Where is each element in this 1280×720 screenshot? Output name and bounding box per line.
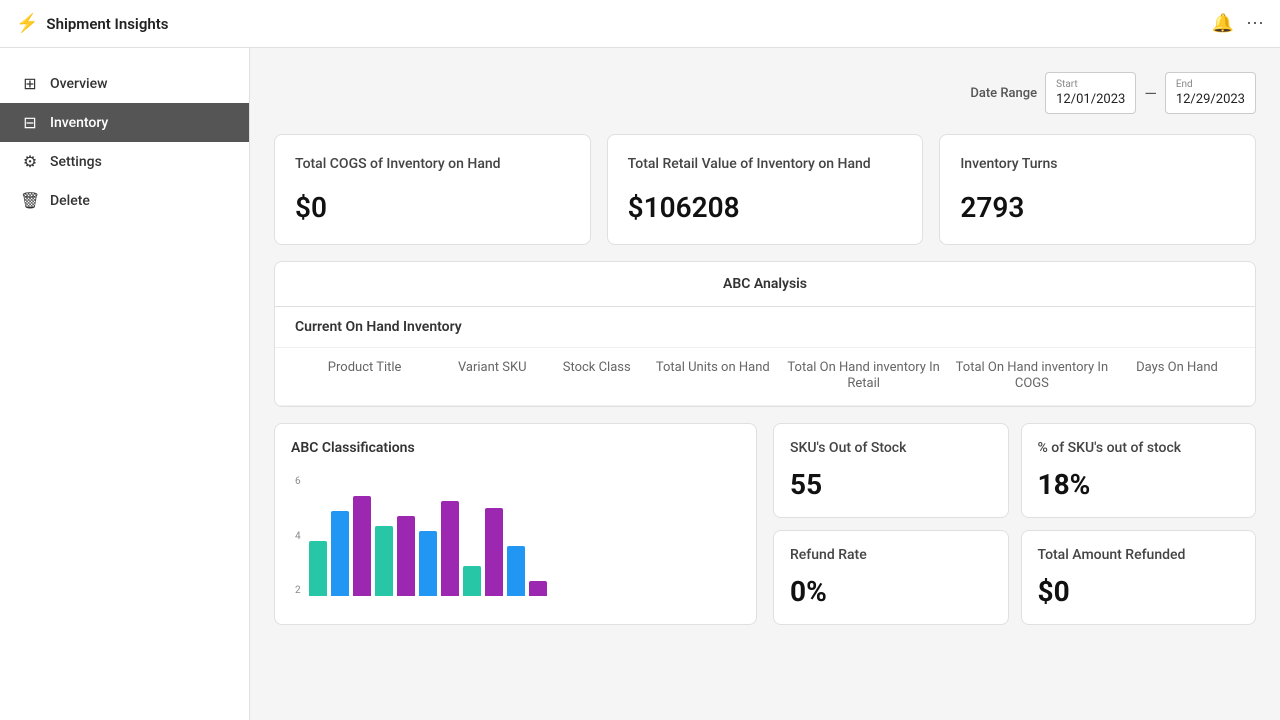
refund-rate-value: 0% <box>790 575 992 608</box>
total-refunded-card: Total Amount Refunded $0 <box>1021 530 1257 625</box>
inventory-icon: ⊟ <box>20 113 40 132</box>
bar-3 <box>375 526 393 596</box>
sidebar: ⊞ Overview ⊟ Inventory ⚙ Settings 🗑 Dele… <box>0 48 250 720</box>
abc-classifications-section: ABC Classifications 6 4 2 <box>274 423 757 625</box>
bar-7 <box>463 566 481 596</box>
end-label: End <box>1176 79 1245 90</box>
start-date-input[interactable]: Start 12/01/2023 <box>1045 72 1136 114</box>
retail-value-card: Total Retail Value of Inventory on Hand … <box>607 134 924 245</box>
app-title: Shipment Insights <box>46 15 168 33</box>
bar-8 <box>485 508 503 596</box>
sidebar-item-label-settings: Settings <box>50 154 102 170</box>
retail-value-value: $106208 <box>628 191 903 224</box>
topbar: ⚡ Shipment Insights 🔔 ⋯ <box>0 0 1280 48</box>
table-header: Product Title Variant SKU Stock Class To… <box>275 348 1255 407</box>
sidebar-item-overview[interactable]: ⊞ Overview <box>0 64 249 103</box>
y-label-4: 4 <box>295 531 301 542</box>
sidebar-item-label-inventory: Inventory <box>50 115 108 131</box>
abc-sub-title: Current On Hand Inventory <box>275 307 1255 348</box>
overview-icon: ⊞ <box>20 74 40 93</box>
bottom-right-metrics: SKU's Out of Stock 55 % of SKU's out of … <box>773 423 1256 625</box>
y-label-6: 6 <box>295 476 301 487</box>
bar-10 <box>529 581 547 596</box>
bar-5 <box>419 531 437 596</box>
inventory-turns-card: Inventory Turns 2793 <box>939 134 1256 245</box>
cogs-title: Total COGS of Inventory on Hand <box>295 155 570 175</box>
sidebar-item-settings[interactable]: ⚙ Settings <box>0 142 249 181</box>
col-stock-class: Stock Class <box>550 360 643 394</box>
retail-value-title: Total Retail Value of Inventory on Hand <box>628 155 903 175</box>
bar-9 <box>507 546 525 596</box>
inventory-turns-value: 2793 <box>960 191 1235 224</box>
abc-analysis-section: ABC Analysis Current On Hand Inventory P… <box>274 261 1256 408</box>
abc-class-card: ABC Classifications 6 4 2 <box>274 423 757 625</box>
more-options-icon[interactable]: ⋯ <box>1246 13 1264 34</box>
date-separator: — <box>1144 84 1157 103</box>
skus-out-of-stock-card: SKU's Out of Stock 55 <box>773 423 1009 518</box>
date-range-row: Date Range Start 12/01/2023 — End 12/29/… <box>274 72 1256 114</box>
start-date-value: 12/01/2023 <box>1056 92 1125 107</box>
end-date-input[interactable]: End 12/29/2023 <box>1165 72 1256 114</box>
bar-1 <box>331 511 349 596</box>
inventory-turns-title: Inventory Turns <box>960 155 1235 175</box>
refund-rate-title: Refund Rate <box>790 547 992 563</box>
col-retail-on-hand: Total On Hand inventory In Retail <box>782 360 944 394</box>
delete-icon: 🗑 <box>20 191 40 210</box>
app-logo-icon: ⚡ <box>16 13 38 34</box>
sidebar-item-delete[interactable]: 🗑 Delete <box>0 181 249 220</box>
bar-2 <box>353 496 371 596</box>
bar-6 <box>441 501 459 596</box>
bar-4 <box>397 516 415 596</box>
start-label: Start <box>1056 79 1125 90</box>
pct-out-title: % of SKU's out of stock <box>1038 440 1240 456</box>
total-refunded-value: $0 <box>1038 575 1240 608</box>
sidebar-item-label-overview: Overview <box>50 76 107 92</box>
total-refunded-title: Total Amount Refunded <box>1038 547 1240 563</box>
cogs-value: $0 <box>295 191 570 224</box>
main-content: Date Range Start 12/01/2023 — End 12/29/… <box>250 48 1280 720</box>
col-cogs-on-hand: Total On Hand inventory In COGS <box>945 360 1119 394</box>
app-title-area: ⚡ Shipment Insights <box>16 13 169 34</box>
refund-rate-card: Refund Rate 0% <box>773 530 1009 625</box>
refund-row: Refund Rate 0% Total Amount Refunded $0 <box>773 530 1256 625</box>
date-range-label: Date Range <box>970 86 1037 101</box>
abc-section-title: ABC Analysis <box>275 262 1255 307</box>
chart-container: 6 4 2 <box>291 468 740 604</box>
col-units-on-hand: Total Units on Hand <box>643 360 782 394</box>
settings-icon: ⚙ <box>20 152 40 171</box>
skus-out-value: 55 <box>790 468 992 501</box>
pct-out-value: 18% <box>1038 468 1240 501</box>
sku-row: SKU's Out of Stock 55 % of SKU's out of … <box>773 423 1256 518</box>
chart-bars <box>309 476 547 596</box>
cogs-card: Total COGS of Inventory on Hand $0 <box>274 134 591 245</box>
bookmark-icon[interactable]: 🔔 <box>1212 13 1234 34</box>
end-date-value: 12/29/2023 <box>1176 92 1245 107</box>
bottom-row: ABC Classifications 6 4 2 <box>274 423 1256 625</box>
pct-out-of-stock-card: % of SKU's out of stock 18% <box>1021 423 1257 518</box>
skus-out-title: SKU's Out of Stock <box>790 440 992 456</box>
col-variant-sku: Variant SKU <box>434 360 550 394</box>
y-label-2: 2 <box>295 585 301 596</box>
top-stat-cards: Total COGS of Inventory on Hand $0 Total… <box>274 134 1256 245</box>
topbar-actions: 🔔 ⋯ <box>1212 13 1264 34</box>
sidebar-item-label-delete: Delete <box>50 193 90 209</box>
main-layout: ⊞ Overview ⊟ Inventory ⚙ Settings 🗑 Dele… <box>0 48 1280 720</box>
abc-class-title: ABC Classifications <box>291 440 740 456</box>
col-product-title: Product Title <box>295 360 434 394</box>
bar-0 <box>309 541 327 596</box>
sidebar-item-inventory[interactable]: ⊟ Inventory <box>0 103 249 142</box>
y-axis: 6 4 2 <box>295 476 301 596</box>
col-days-on-hand: Days On Hand <box>1119 360 1235 394</box>
